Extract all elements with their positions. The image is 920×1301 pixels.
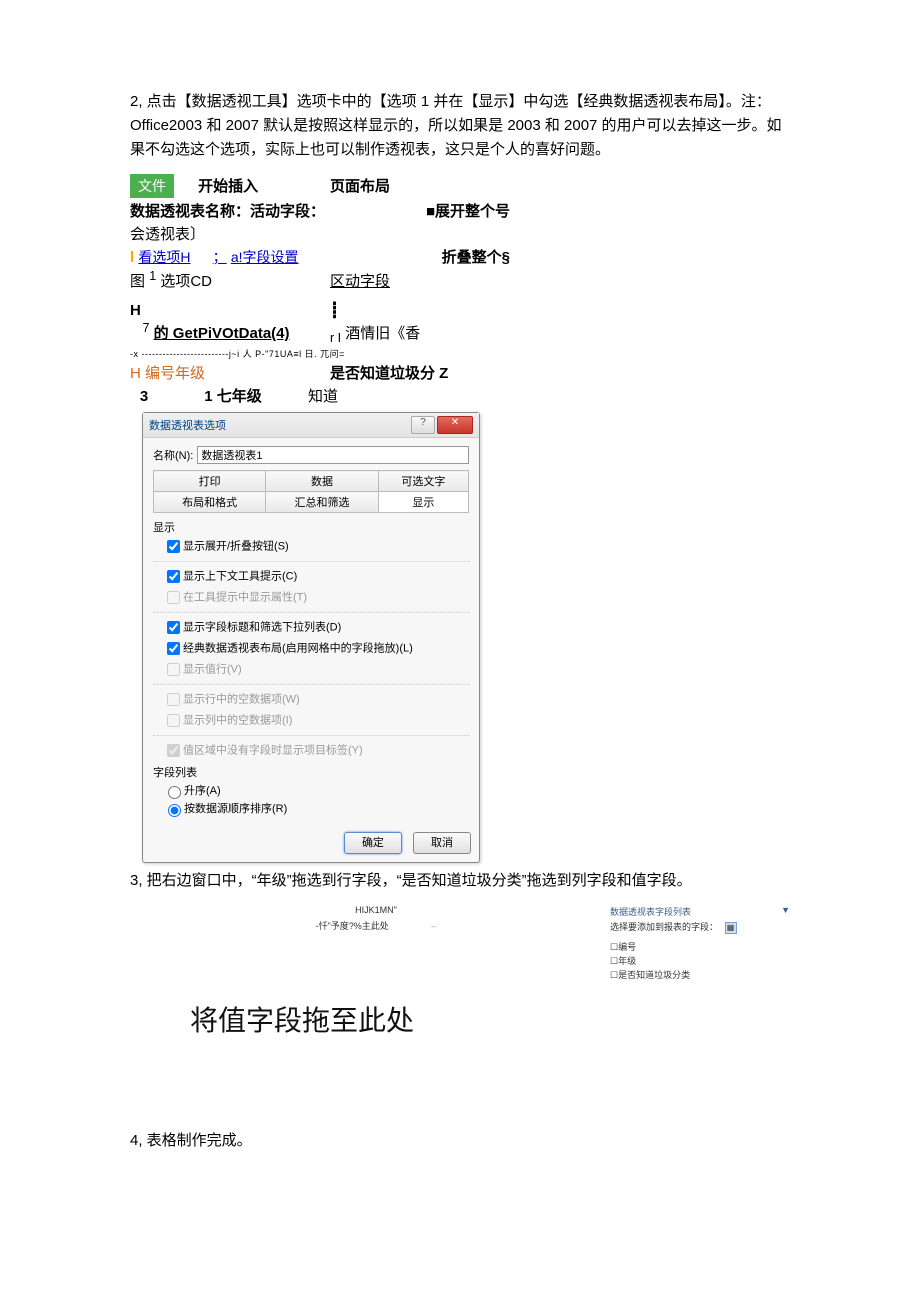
- close-button[interactable]: ✕: [437, 416, 473, 434]
- radio-asc[interactable]: 升序(A): [163, 782, 469, 799]
- sup-one: 1: [149, 269, 156, 283]
- chk-nofield-label: 值区域中没有字段时显示项目标签(Y): [163, 741, 469, 760]
- panel-title: 数据透视表字段列表: [610, 907, 691, 917]
- num-grade: H 编号年级: [130, 362, 330, 383]
- tab-display[interactable]: 显示: [378, 492, 468, 513]
- center-sub: -忏”予度?%主此处 –: [142, 919, 610, 932]
- three-cell: 3: [130, 388, 158, 405]
- dash-line: -x -------------------------j~i 人 P-"71U…: [130, 347, 790, 360]
- h-label: H: [130, 302, 330, 319]
- getpivot-link[interactable]: 的 GetPiVOtData(4): [154, 325, 290, 342]
- sup-seven: 7: [143, 321, 150, 335]
- field-knowtrash[interactable]: ☐是否知道垃圾分类: [610, 968, 790, 981]
- semicolon-link: ；: [213, 249, 227, 265]
- section-display: 显示: [153, 519, 469, 535]
- one-seven: 1 七年级: [158, 385, 308, 406]
- ok-button[interactable]: 确定: [344, 832, 402, 854]
- chk-context-tip[interactable]: 显示上下文工具提示(C): [163, 567, 469, 586]
- cancel-button[interactable]: 取消: [413, 832, 471, 854]
- step-4-text: 4, 表格制作完成。: [130, 1129, 790, 1153]
- name-input[interactable]: [197, 446, 469, 464]
- name-label: 名称(N):: [153, 447, 193, 463]
- field-num[interactable]: ☐编号: [610, 940, 790, 953]
- know-cell: 知道: [308, 385, 338, 406]
- wine-text: 酒情旧《香: [345, 325, 420, 342]
- tab-layout[interactable]: 布局和格式: [154, 492, 266, 513]
- chk-empty-col: 显示列中的空数据项(I): [163, 711, 469, 730]
- section-fieldlist: 字段列表: [153, 764, 469, 780]
- ribbon-start-insert: 开始插入: [198, 178, 258, 195]
- layout-icon[interactable]: ▦: [725, 922, 737, 934]
- arrow-dots: ┋: [330, 301, 339, 319]
- ribbon-area: 文件 开始插入 页面布局 数据透视表名称：活动字段： ■展开整个号 会透视表〕 …: [130, 174, 790, 406]
- step-2-text: 2, 点击【数据透视工具】选项卡中的【选项 1 并在【显示】中勾选【经典数据透视…: [130, 90, 790, 162]
- zone-field: 区动字段: [330, 273, 390, 290]
- tab-totals[interactable]: 汇总和筛选: [266, 492, 378, 513]
- chk-expand-collapse[interactable]: 显示展开/折叠按钮(S): [163, 537, 469, 556]
- pick-label: 选择要添加到报表的字段：: [610, 922, 718, 932]
- fieldlist-panel: 数据透视表字段列表 ▼ 选择要添加到报表的字段： ▦ ☐编号 ☐年级 ☐是否知道…: [610, 905, 790, 981]
- chk-attr-tip: 在工具提示中显示属性(T): [163, 588, 469, 607]
- ribbon-page-layout: 页面布局: [330, 175, 510, 196]
- tab-alttext[interactable]: 可选文字: [378, 471, 468, 492]
- chk-value-row: 显示值行(V): [163, 660, 469, 679]
- dialog-title: 数据透视表选项: [149, 417, 226, 433]
- chk-classic-layout[interactable]: 经典数据透视表布局(启用网格中的字段拖放)(L): [163, 639, 469, 658]
- fieldlist-area: HIJK1MN" -忏”予度?%主此处 – 数据透视表字段列表 ▼ 选择要添加到…: [142, 905, 790, 981]
- field-grade[interactable]: ☐年级: [610, 954, 790, 967]
- hui-pivot: 会透视表〕: [130, 223, 330, 244]
- pivot-name-label: 数据透视表名称：活动字段：: [130, 200, 330, 221]
- tab-print[interactable]: 打印: [154, 471, 266, 492]
- expand-label: ■展开整个号: [330, 200, 510, 221]
- field-setup-link[interactable]: a!字段设置: [231, 249, 299, 265]
- collapse-label: 折叠整个§: [330, 246, 510, 267]
- file-button[interactable]: 文件: [130, 174, 174, 198]
- opt-cd: 选项CD: [160, 273, 212, 290]
- tiny-dash-icon: –: [431, 921, 436, 931]
- dialog-titlebar: 数据透视表选项 ? ✕: [143, 413, 479, 438]
- chk-field-titles[interactable]: 显示字段标题和筛选下拉列表(D): [163, 618, 469, 637]
- step-3-text: 3, 把右边窗口中，“年级”拖选到行字段，“是否知道垃圾分类”拖选到列字段和值字…: [130, 869, 790, 893]
- pivot-options-dialog: 数据透视表选项 ? ✕ 名称(N): 打印 数据 可选文字 布局和格式 汇总和筛…: [142, 412, 480, 863]
- option-h-link[interactable]: 看选项H: [138, 249, 190, 265]
- ri-sub: r I: [330, 331, 341, 345]
- help-button[interactable]: ?: [411, 416, 435, 434]
- chk-empty-row: 显示行中的空数据项(W): [163, 690, 469, 709]
- center-top: HIJK1MN": [142, 905, 610, 915]
- radio-source[interactable]: 按数据源顺序排序(R): [163, 800, 469, 817]
- tab-data[interactable]: 数据: [266, 471, 378, 492]
- tab-strip: 打印 数据 可选文字 布局和格式 汇总和筛选 显示: [153, 470, 469, 513]
- tu-label: 图: [130, 273, 145, 290]
- know-trash: 是否知道垃圾分 Z: [330, 362, 510, 383]
- panel-dropdown-icon[interactable]: ▼: [781, 905, 790, 915]
- drop-zone-text: 将值字段拖至此处: [190, 999, 790, 1039]
